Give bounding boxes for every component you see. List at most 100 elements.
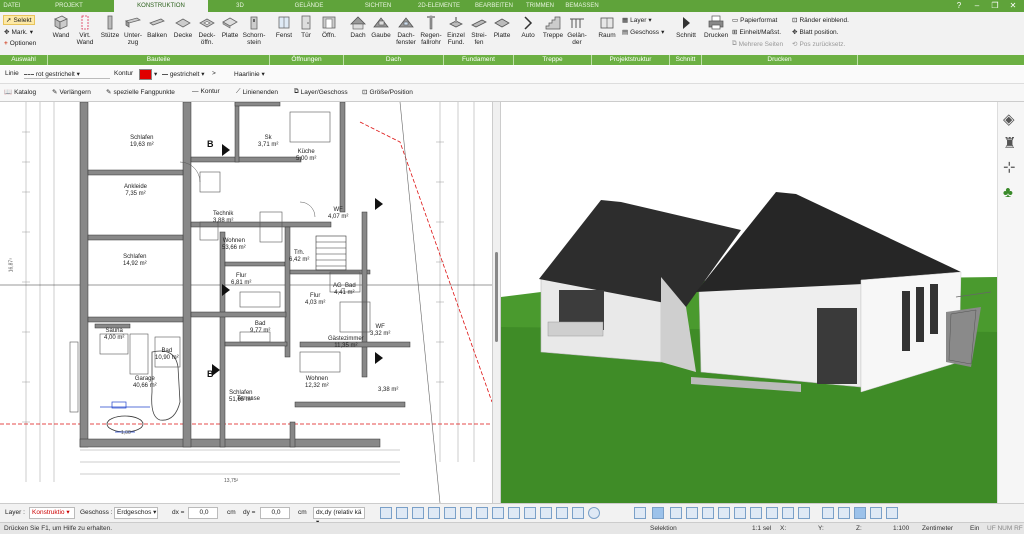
linienenden-button[interactable]: ⟋ Linienenden [236,88,278,96]
ortho-icon[interactable] [412,507,424,519]
tab-datei[interactable]: DATEI [0,0,24,12]
zoom-extents-icon[interactable]: ⊹ [1003,158,1016,176]
section-view-icon[interactable] [686,507,698,519]
list-icon[interactable] [718,507,730,519]
angle-icon[interactable] [428,507,440,519]
papierformat-button[interactable]: ▭ Papierformat [732,16,777,25]
close-icon[interactable]: ✕ [1008,1,1018,11]
groesse-position-button[interactable]: ⊡ Größe/Position [362,88,413,97]
dim-icon[interactable] [476,507,488,519]
bodenplatte-button[interactable]: Platte [492,15,512,39]
3d-view[interactable] [501,102,997,503]
geschoss-button[interactable]: ▤ Geschoss ▾ [622,28,664,37]
export-icon[interactable] [798,507,810,519]
tab-projekt[interactable]: PROJEKT [24,0,114,12]
tab-3d[interactable]: 3D [208,0,272,12]
deckoeffn-button[interactable]: Deck- öffn. [196,15,218,46]
layer-select[interactable]: Konstruktio ▾ [29,507,75,519]
mark-button[interactable]: ✥ Mark. ▾ [4,28,33,37]
auto-treppe-button[interactable]: Auto [518,15,538,39]
table-icon[interactable] [750,507,762,519]
tab-konstruktion[interactable]: KONSTRUKTION [114,0,208,12]
pointer-icon[interactable] [508,507,520,519]
plan-view-icon[interactable] [652,507,664,519]
kontur-tool-button[interactable]: — Kontur [192,88,220,95]
surface-icon[interactable] [556,507,568,519]
camera-icon[interactable] [822,507,834,519]
kontur-style-select[interactable]: gestrichelt ▾ [162,70,210,78]
fangpunkte-button[interactable]: ✎ spezielle Fangpunkte [106,88,175,97]
stuetze-button[interactable]: Stütze [100,15,120,39]
question-icon[interactable]: ? [954,1,964,11]
platte-button[interactable]: Platte [220,15,240,39]
splitter-handle[interactable] [495,252,498,342]
fenster-button[interactable]: Fenst [274,15,294,39]
raender-button[interactable]: ⊡ Ränder einblend. [792,16,849,25]
tab-sichten[interactable]: SICHTEN [346,0,410,12]
mm-icon[interactable] [444,507,456,519]
elevation-icon[interactable] [702,507,714,519]
abc-icon[interactable] [460,507,472,519]
gelaender-button[interactable]: Gelän- der [566,15,588,46]
tab-bemassen[interactable]: BEMASSEN [560,0,604,12]
schnitt-button[interactable]: Schnitt [674,15,698,39]
virt-wand-button[interactable]: Virt. Wand [74,15,96,46]
layer-button[interactable]: ▦ Layer ▾ [622,16,652,25]
unterzug-button[interactable]: Unter- zug [122,15,144,46]
split-view-icon[interactable] [870,507,882,519]
wand-button[interactable]: Wand [50,15,72,39]
page-view-icon[interactable] [634,507,646,519]
haarlinie-select[interactable]: Haarlinie ▾ [234,70,294,78]
layers-icon[interactable]: ◈ [1003,110,1015,128]
treppe-button[interactable]: Treppe [542,15,564,39]
color-dropdown-icon[interactable]: ▾ [154,70,157,78]
pos-zuruecksetzen-button[interactable]: ⟲ Pos zurücksetz. [792,40,845,49]
layer-geschoss-button[interactable]: ⧉ Layer/Geschoss [294,88,348,96]
image-icon[interactable] [734,507,746,519]
balken-button[interactable]: Balken [146,15,168,39]
grid-icon[interactable] [396,507,408,519]
frame-icon[interactable] [492,507,504,519]
minimize-icon[interactable]: – [972,1,982,11]
tuer-button[interactable]: Tür [296,15,316,39]
color-swatch[interactable] [139,69,152,80]
view-splitter[interactable] [492,102,501,503]
drucken-button[interactable]: Drucken [704,15,728,39]
coordinate-mode-select[interactable]: dx,dy (relativ kä ▾ [313,507,365,526]
geschoss-select[interactable]: Erdgeschos ▾ [114,507,158,519]
tab-trimmen[interactable]: TRIMMEN [520,0,560,12]
oeffnung-button[interactable]: Öffn. [318,15,340,39]
chart-icon[interactable] [766,507,778,519]
streifenfundament-button[interactable]: Strei- fen [468,15,490,46]
floor-plan-view[interactable]: B B Schlafen 19,63 m² Sk 3,71 m² Küche 5,00… [0,102,492,503]
dx-input[interactable]: 0,0 [188,507,218,519]
north-icon[interactable] [588,507,600,519]
dachfenster-button[interactable]: Dach- fenster [394,15,418,46]
regenfallrohr-button[interactable]: Regen- fallrohr [418,15,444,46]
restore-icon[interactable]: ❐ [990,1,1000,11]
snap-icon[interactable] [380,507,392,519]
gaube-button[interactable]: Gaube [370,15,392,39]
light-icon[interactable] [838,507,850,519]
layout-icon[interactable] [670,507,682,519]
tree-icon[interactable]: ♣ [1003,184,1013,201]
selekt-button[interactable]: ➚ Selekt [3,15,35,25]
blatt-position-button[interactable]: ✥ Blatt position. [792,28,838,37]
tab-bearbeiten[interactable]: BEARBEITEN [468,0,520,12]
optionen-button[interactable]: + Optionen [4,40,36,47]
curve-icon[interactable] [540,507,552,519]
dy-input[interactable]: 0,0 [260,507,290,519]
copy-icon[interactable] [524,507,536,519]
mehrere-seiten-button[interactable]: ⧉ Mehrere Seiten [732,40,783,48]
tab-gelaende[interactable]: GELÄNDE [272,0,346,12]
verlaengern-button[interactable]: ✎ Verlängern [52,88,91,97]
dach-button[interactable]: Dach [348,15,368,39]
einheit-button[interactable]: ⊞ Einheit/Maßst. [732,28,781,37]
arrow-right-icon[interactable]: > [212,70,216,77]
raum-button[interactable]: Raum [596,15,618,39]
walker-icon[interactable]: ♜ [1003,134,1016,152]
katalog-button[interactable]: 📖 Katalog [4,88,36,97]
tile-view-icon[interactable] [854,507,866,519]
print-icon[interactable] [782,507,794,519]
tab-2d-elemente[interactable]: 2D-ELEMENTE [410,0,468,12]
